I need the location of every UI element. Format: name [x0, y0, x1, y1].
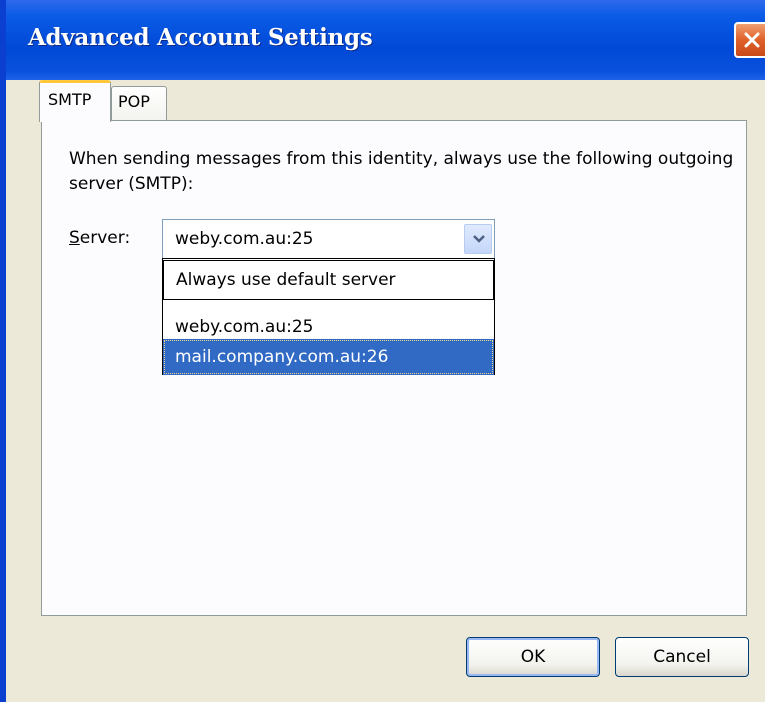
tab-smtp[interactable]: SMTP — [39, 80, 111, 122]
server-select[interactable]: weby.com.au:25 — [162, 219, 495, 259]
option-mail-company-server[interactable]: mail.company.com.au:26 — [163, 339, 494, 375]
server-select-value: weby.com.au:25 — [175, 229, 314, 249]
server-label-text: erver: — [79, 228, 131, 248]
chevron-down-icon — [473, 235, 485, 243]
server-label: Server: — [69, 228, 130, 248]
smtp-description: When sending messages from this identity… — [69, 149, 734, 194]
server-select-dropdown-button[interactable] — [464, 224, 492, 254]
title-bar[interactable]: Advanced Account Settings — [6, 0, 765, 80]
server-label-accesskey: S — [69, 228, 80, 248]
tab-pop[interactable]: POP — [111, 86, 167, 120]
close-button[interactable] — [734, 22, 765, 58]
cancel-button[interactable]: Cancel — [615, 637, 749, 677]
advanced-account-settings-dialog: Advanced Account Settings SMTP POP When … — [0, 0, 765, 702]
close-icon — [744, 32, 760, 48]
server-dropdown-list: Always use default server weby.com.au:25… — [162, 258, 495, 375]
ok-button[interactable]: OK — [466, 637, 600, 677]
option-always-use-default[interactable]: Always use default server — [163, 260, 494, 300]
window-title: Advanced Account Settings — [28, 24, 373, 51]
